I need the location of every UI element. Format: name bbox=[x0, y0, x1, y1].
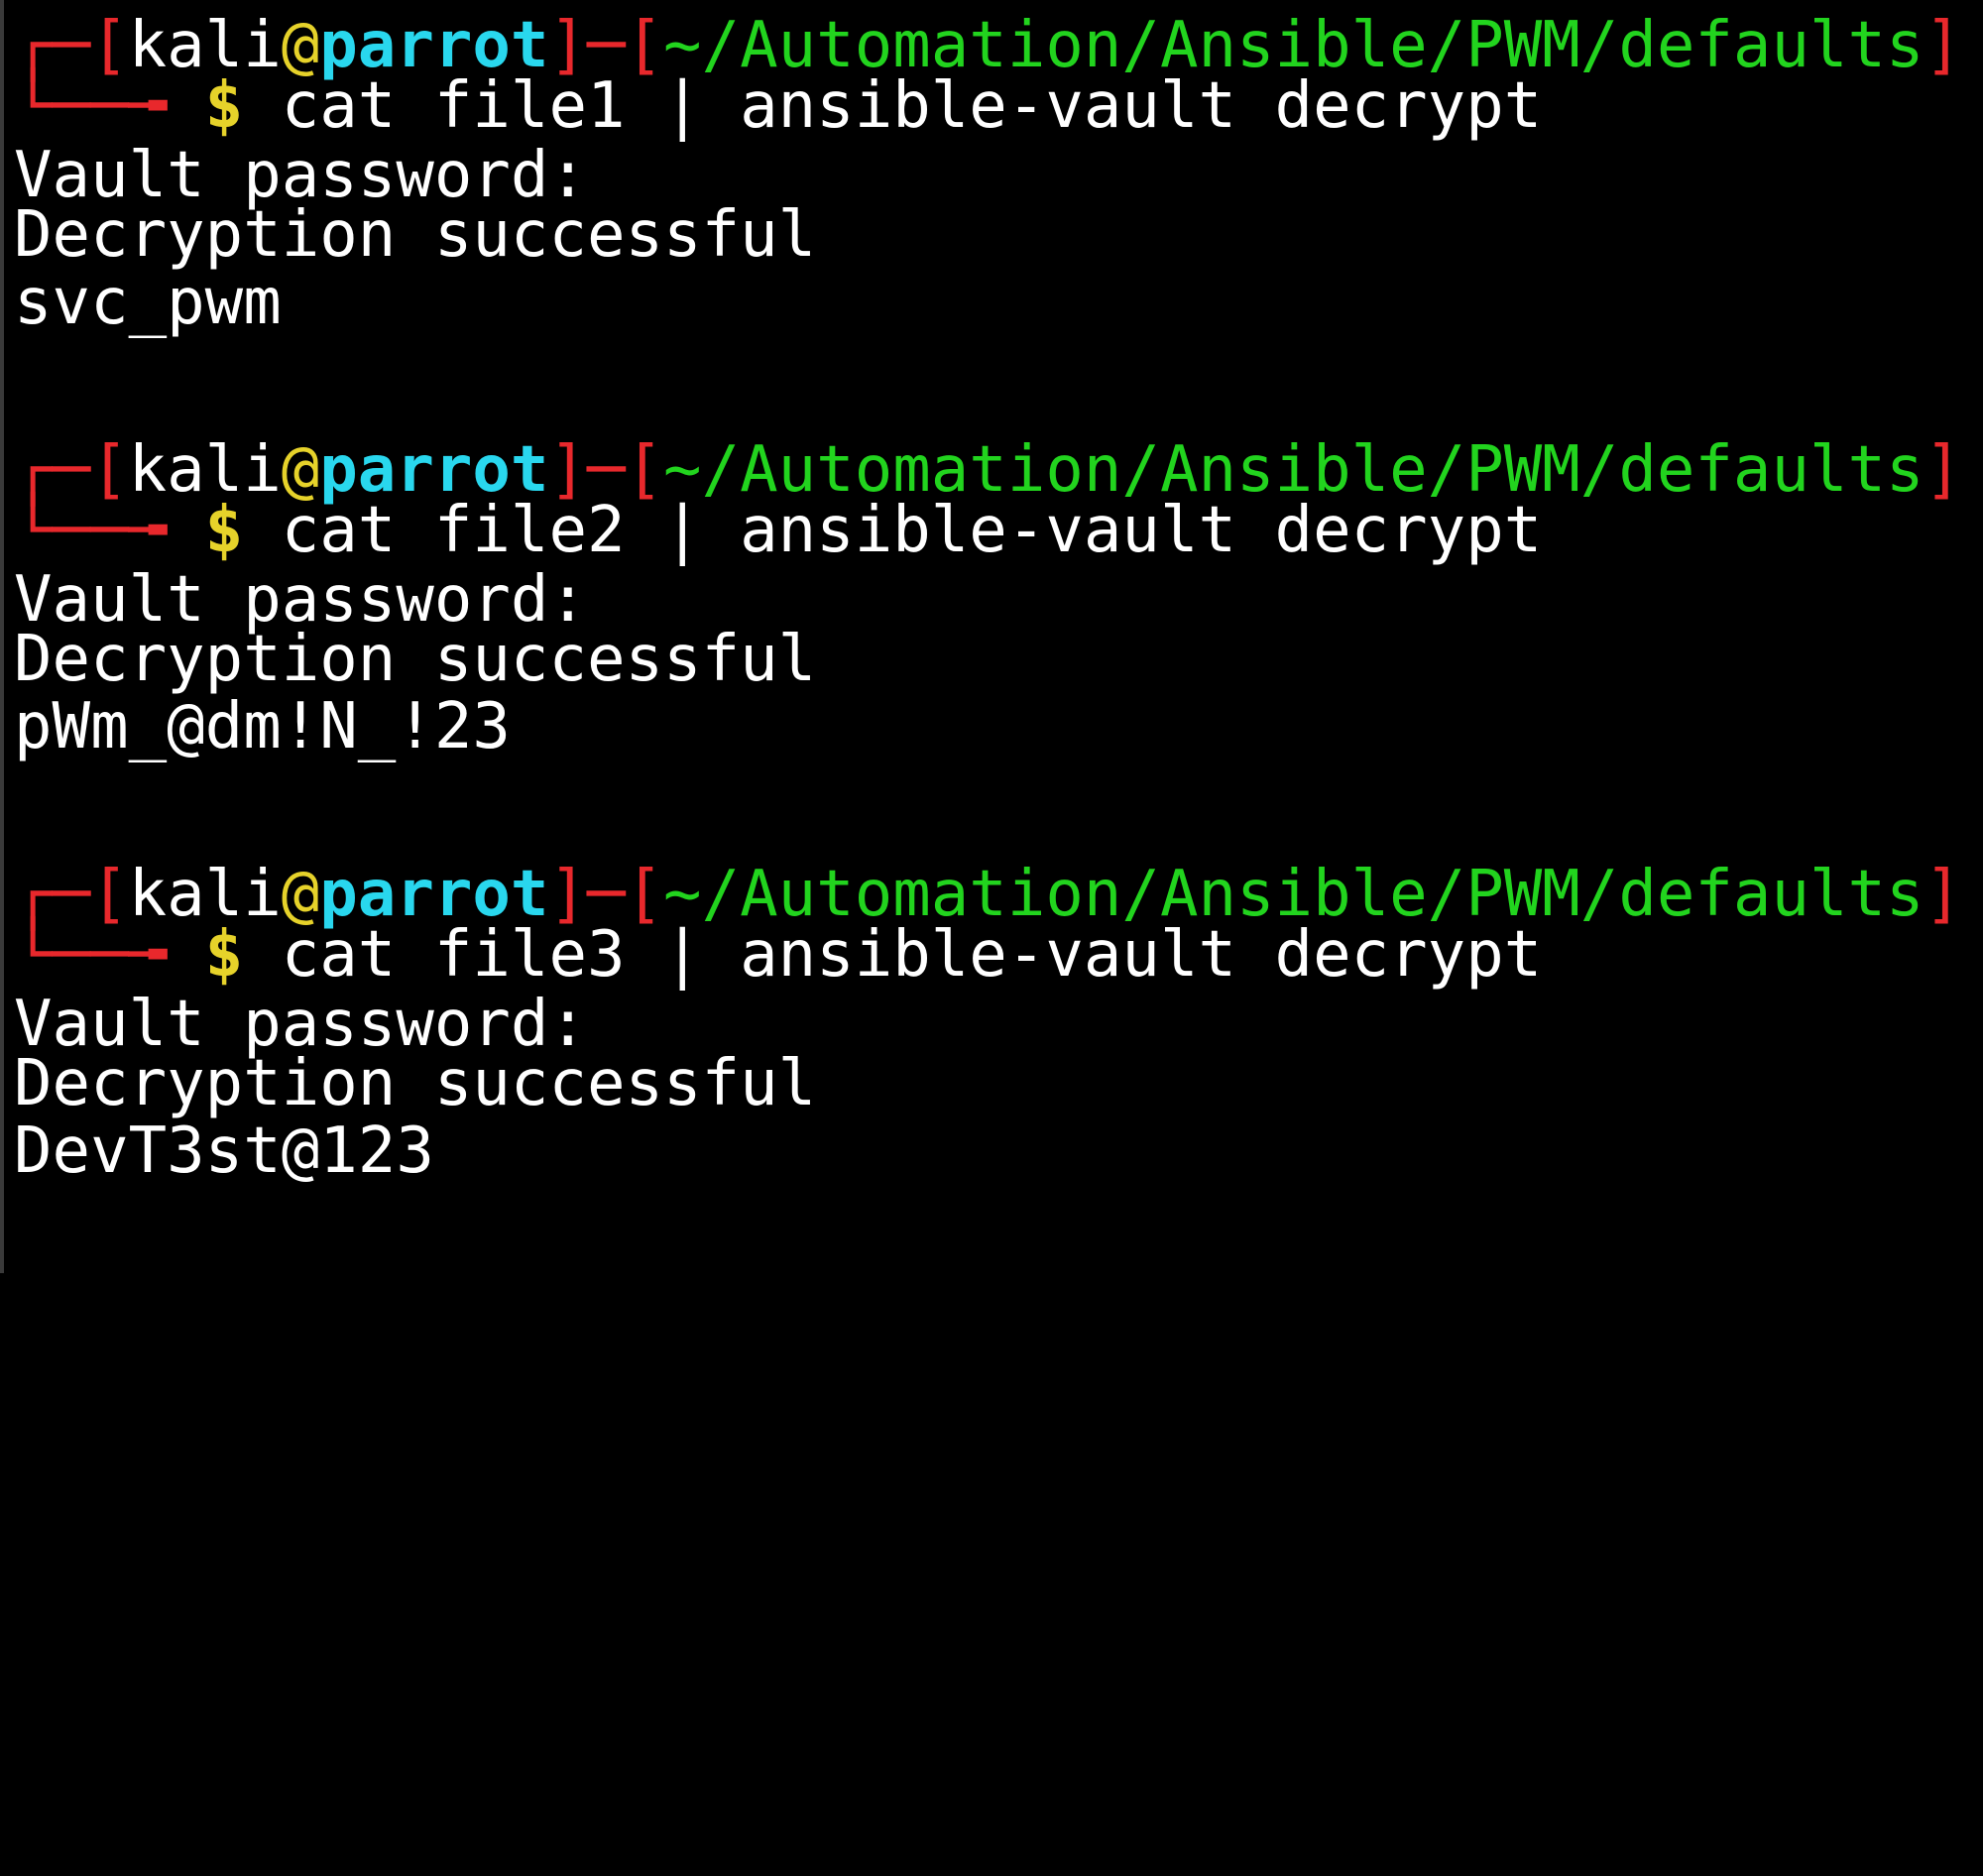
output-line: pWm_@dm!N_!23 bbox=[14, 690, 511, 763]
prompt-path-bracket-close: ] bbox=[1924, 433, 1963, 507]
command-text: cat file3 | ansible-vault decrypt bbox=[281, 918, 1543, 992]
prompt-tail: └──╼ bbox=[14, 918, 168, 992]
prompt-tail: └──╼ bbox=[14, 69, 168, 143]
output-line: DevT3st@123 bbox=[14, 1114, 434, 1188]
prompt-dollar: $ bbox=[204, 918, 244, 992]
output-line: svc_pwm bbox=[14, 266, 282, 339]
prompt-dollar: $ bbox=[204, 69, 244, 143]
prompt-path-bracket-close: ] bbox=[1924, 858, 1963, 931]
prompt-dollar: $ bbox=[204, 494, 244, 567]
prompt-path-bracket-close: ] bbox=[1924, 9, 1963, 82]
command-text: cat file1 | ansible-vault decrypt bbox=[281, 69, 1543, 143]
command-text: cat file2 | ansible-vault decrypt bbox=[281, 494, 1543, 567]
terminal-window[interactable]: ┌─[kali@parrot]─[~/Automation/Ansible/PW… bbox=[4, 0, 1983, 1273]
prompt-tail: └──╼ bbox=[14, 494, 168, 567]
